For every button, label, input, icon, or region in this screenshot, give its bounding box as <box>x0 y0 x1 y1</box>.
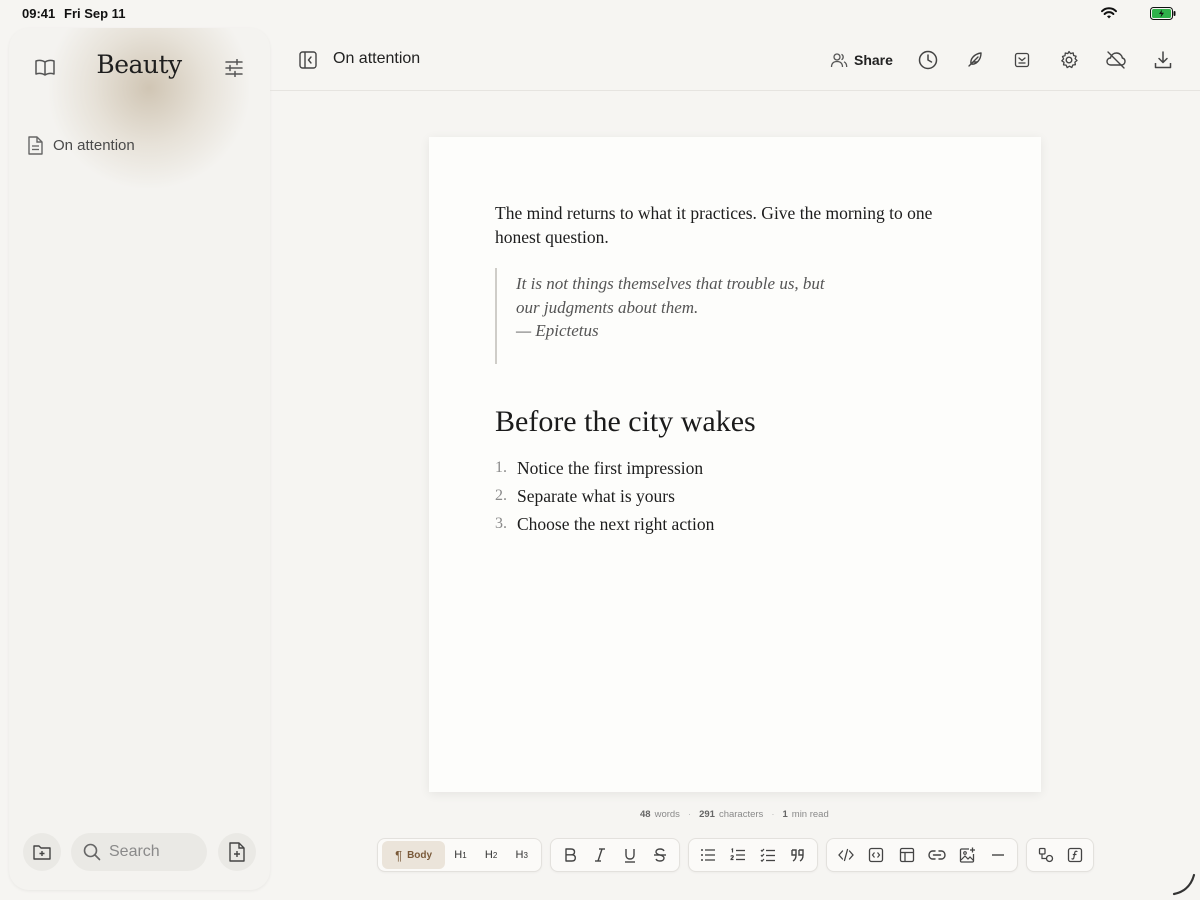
divider-icon[interactable] <box>983 841 1013 869</box>
document-stats: 48 words · 291 characters · 1 min read <box>640 809 829 820</box>
body-style-label: Body <box>407 849 433 861</box>
quote-line: It is not things themselves that trouble… <box>516 274 825 293</box>
sidebar-item-on-attention[interactable]: On attention <box>27 130 253 160</box>
resize-grip-icon[interactable] <box>1172 872 1196 896</box>
formula-icon[interactable] <box>1060 841 1089 869</box>
table-icon[interactable] <box>892 841 922 869</box>
heading-2-button[interactable]: H2 <box>476 841 507 869</box>
body-paragraph[interactable]: The mind returns to what it practices. G… <box>495 201 935 249</box>
h1-label: H <box>454 849 463 861</box>
h3-label: H <box>515 849 524 861</box>
link-icon[interactable] <box>922 841 952 869</box>
quote-icon[interactable] <box>783 841 813 869</box>
battery-icon <box>1150 7 1176 20</box>
status-time: 09:41 <box>22 6 56 21</box>
ordered-list[interactable]: 1. Notice the first impression 2. Separa… <box>491 454 714 538</box>
feather-icon[interactable] <box>962 47 988 73</box>
list-text: Choose the next right action <box>517 513 715 534</box>
share-button[interactable]: Share <box>830 48 893 72</box>
people-icon <box>830 52 848 68</box>
folder-plus-icon <box>32 843 52 861</box>
checklist-icon[interactable] <box>753 841 783 869</box>
inline-format-group <box>550 838 680 872</box>
bold-icon[interactable] <box>555 841 585 869</box>
char-count-label: characters <box>718 809 764 820</box>
list-number: 2. <box>495 487 507 504</box>
heading-1-button[interactable]: H1 <box>445 841 476 869</box>
list-item[interactable]: 2. Separate what is yours <box>491 482 714 510</box>
list-item[interactable]: 3. Choose the next right action <box>491 510 714 538</box>
new-folder-button[interactable] <box>23 833 61 871</box>
file-plus-icon <box>228 842 246 862</box>
extras-group <box>1026 838 1094 872</box>
h3-sub: 3 <box>523 850 528 860</box>
sidebar-item-label: On attention <box>53 136 135 154</box>
search-field[interactable] <box>71 833 207 871</box>
status-date: Fri Sep 11 <box>64 6 126 21</box>
bullet-list-icon[interactable] <box>693 841 723 869</box>
download-icon[interactable] <box>1150 47 1176 73</box>
list-text: Notice the first impression <box>517 457 704 478</box>
search-icon <box>83 843 101 861</box>
inbox-icon[interactable] <box>1009 47 1035 73</box>
list-group <box>688 838 818 872</box>
word-count-label: words <box>654 809 680 820</box>
share-label: Share <box>854 52 893 68</box>
quote-line: our judgments about them. <box>516 297 699 317</box>
char-count: 291 <box>699 809 715 820</box>
code-icon[interactable] <box>831 841 861 869</box>
strikethrough-icon[interactable] <box>645 841 675 869</box>
numbered-list-icon[interactable] <box>723 841 753 869</box>
search-input[interactable] <box>109 843 199 861</box>
read-time-label: min read <box>791 809 829 820</box>
text-style-group: ¶ Body H1 H2 H3 <box>377 838 542 872</box>
section-heading[interactable]: Before the city wakes <box>495 405 756 439</box>
cloud-off-icon[interactable] <box>1103 47 1129 73</box>
blockquote-bar <box>495 268 497 364</box>
list-number: 1. <box>495 459 507 476</box>
shapes-icon[interactable] <box>1031 841 1060 869</box>
list-text: Separate what is yours <box>517 485 675 506</box>
new-document-button[interactable] <box>218 833 256 871</box>
code-block-icon[interactable] <box>861 841 891 869</box>
blockquote[interactable]: It is not things themselves that trouble… <box>516 272 876 343</box>
insert-group <box>826 838 1018 872</box>
italic-icon[interactable] <box>585 841 615 869</box>
body-style-button[interactable]: ¶ Body <box>382 841 446 869</box>
header-divider <box>270 90 1200 91</box>
document-page[interactable]: The mind returns to what it practices. G… <box>429 137 1041 792</box>
heading-3-button[interactable]: H3 <box>506 841 537 869</box>
read-time: 1 <box>782 809 788 820</box>
h1-sub: 1 <box>462 850 467 860</box>
document-icon <box>27 135 43 155</box>
h2-label: H <box>484 849 493 861</box>
underline-icon[interactable] <box>615 841 645 869</box>
list-number: 3. <box>495 515 507 532</box>
history-icon[interactable] <box>915 47 941 73</box>
document-title: On attention <box>333 50 421 67</box>
sliders-icon[interactable] <box>222 56 246 80</box>
word-count: 48 <box>640 809 651 820</box>
sidebar: Beauty On attention <box>9 28 270 890</box>
h2-sub: 2 <box>492 850 498 860</box>
app-title: Beauty <box>96 50 182 79</box>
list-item[interactable]: 1. Notice the first impression <box>491 454 714 482</box>
book-icon[interactable] <box>33 56 57 80</box>
pilcrow-icon: ¶ <box>395 847 403 863</box>
quote-attribution: — Epictetus <box>516 321 599 340</box>
gear-icon[interactable] <box>1056 47 1082 73</box>
image-add-icon[interactable] <box>952 841 982 869</box>
wifi-icon <box>1100 6 1118 20</box>
sidebar-toggle-icon[interactable] <box>296 48 320 72</box>
